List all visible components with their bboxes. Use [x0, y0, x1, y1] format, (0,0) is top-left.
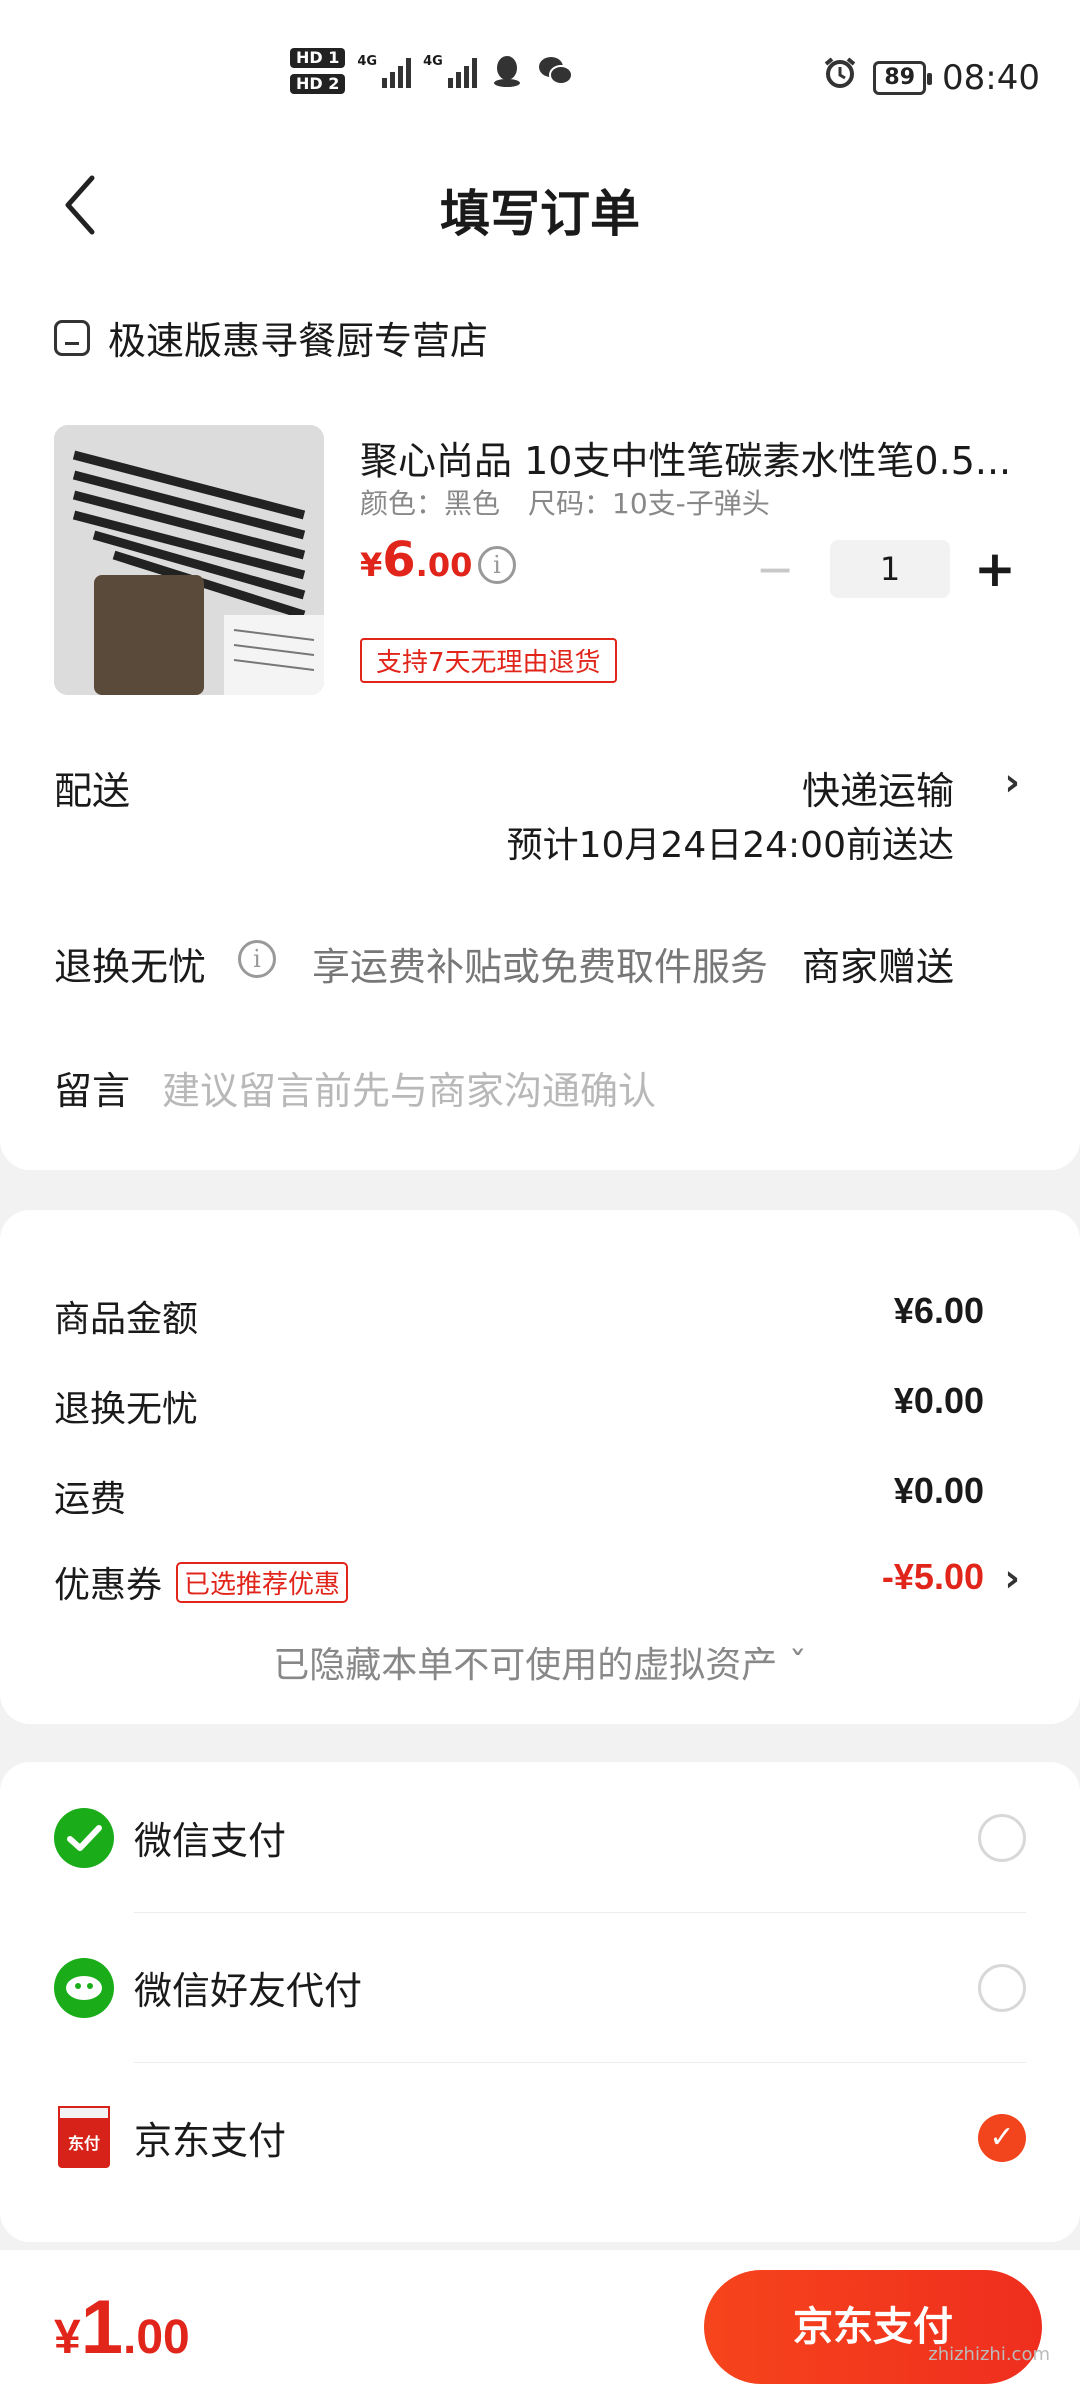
- fee-summary-card: 商品金额 ¥6.00 退换无忧 ¥0.00 运费 ¥0.00 优惠券 已选推荐优惠…: [0, 1210, 1080, 1724]
- coupon-chevron-icon[interactable]: ›: [1004, 1556, 1020, 1600]
- order-total: ¥1.00: [54, 2284, 190, 2371]
- qq-icon: [489, 53, 525, 89]
- memo-label: 留言: [54, 1069, 131, 1113]
- store-icon: [54, 319, 90, 356]
- wechat-friend-pay-icon: [54, 1958, 114, 2018]
- total-decimal: .00: [122, 2311, 190, 2364]
- goods-amount-row: 商品金额 ¥6.00: [54, 1290, 1020, 1340]
- payment-name: 京东支付: [134, 2119, 287, 2163]
- return-policy-badge: 支持7天无理由退货: [360, 638, 617, 683]
- product-name[interactable]: 聚心尚品 10支中性笔碳素水性笔0.5...: [360, 430, 1020, 485]
- price-integer: 6: [382, 532, 416, 588]
- worry-free-info-icon[interactable]: i: [238, 940, 276, 978]
- sim2-badge: HD 2: [290, 74, 346, 94]
- freight-value: ¥0.00: [893, 1470, 984, 1511]
- status-bar: HD 1 HD 2 4G 4G 89 08:40: [0, 0, 1080, 150]
- status-left: HD 1 HD 2 4G 4G: [290, 48, 573, 94]
- quantity-stepper: − 1 +: [740, 540, 1020, 598]
- worry-free-desc: 享运费补贴或免费取件服务: [312, 945, 769, 989]
- payment-radio[interactable]: [978, 1814, 1026, 1862]
- coupon-label: 优惠券: [54, 1565, 163, 1606]
- alarm-icon: [823, 56, 857, 99]
- battery-icon: 89: [873, 60, 932, 95]
- memo-input[interactable]: 建议留言前先与商家沟通确认: [162, 1060, 656, 1115]
- page-title: 填写订单: [440, 185, 640, 243]
- store-header[interactable]: 极速版惠寻餐厨专营店: [54, 310, 488, 365]
- delivery-chevron-icon[interactable]: ›: [1004, 760, 1020, 804]
- payment-radio[interactable]: [978, 1964, 1026, 2012]
- quantity-decrease-button[interactable]: −: [740, 542, 810, 596]
- coupon-value: -¥5.00: [881, 1556, 984, 1597]
- freight-row: 运费 ¥0.00: [54, 1470, 1020, 1520]
- delivery-method[interactable]: 快递运输: [802, 760, 954, 815]
- product-price: ¥6.00: [360, 532, 472, 588]
- price-decimal: .00: [415, 546, 473, 584]
- wechat-pay-icon: [54, 1808, 114, 1868]
- worry-free-label: 退换无忧: [54, 945, 207, 989]
- pay-button[interactable]: 京东支付: [704, 2270, 1042, 2384]
- worry-fee-label: 退换无忧: [54, 1389, 199, 1430]
- goods-amount-label: 商品金额: [54, 1299, 199, 1340]
- nav-header: 填写订单: [0, 150, 1080, 270]
- signal-icon-1: 4G: [357, 54, 412, 88]
- price-currency: ¥: [360, 546, 383, 584]
- coupon-label-group: 优惠券 已选推荐优惠: [54, 1556, 349, 1608]
- product-spec: 颜色：黑色 尺码：10支-子弹头: [360, 487, 770, 520]
- watermark: zhizhizhi.com: [928, 2344, 1050, 2365]
- sim1-badge: HD 1: [290, 48, 346, 68]
- payment-name: 微信好友代付: [134, 1969, 363, 2013]
- quantity-input[interactable]: 1: [830, 540, 950, 598]
- payment-option-wechat-friend[interactable]: 微信好友代付: [54, 1912, 1026, 2062]
- wechat-icon: [537, 53, 573, 89]
- payment-card: 微信支付 微信好友代付 东付 京东支付 ✓: [0, 1762, 1080, 2242]
- payment-name: 微信支付: [134, 1819, 287, 1863]
- price-info-icon[interactable]: i: [478, 546, 516, 584]
- sim-indicators: HD 1 HD 2: [290, 48, 346, 94]
- payment-option-jd[interactable]: 东付 京东支付 ✓: [54, 2062, 1026, 2212]
- signal-icon-2: 4G: [423, 54, 477, 88]
- clock: 08:40: [942, 57, 1040, 98]
- status-right: 89 08:40: [823, 56, 1040, 99]
- bottom-bar: ¥1.00 京东支付: [0, 2250, 1080, 2400]
- worry-free-value: 商家赠送: [801, 945, 954, 989]
- worry-fee-row: 退换无忧 ¥0.00: [54, 1380, 1020, 1430]
- delivery-eta: 预计10月24日24:00前送达: [506, 825, 954, 866]
- payment-radio-checked[interactable]: ✓: [978, 2114, 1026, 2162]
- goods-amount-value: ¥6.00: [893, 1290, 984, 1331]
- jd-pay-icon: 东付: [58, 2106, 110, 2168]
- store-name: 极速版惠寻餐厨专营店: [108, 319, 489, 363]
- network-type-1: 4G: [357, 54, 378, 69]
- jd-pay-icon-text: 东付: [67, 2134, 100, 2153]
- total-integer: 1: [80, 2285, 123, 2370]
- coupon-badge: 已选推荐优惠: [176, 1562, 349, 1603]
- freight-label: 运费: [54, 1479, 127, 1520]
- payment-option-wechat[interactable]: 微信支付: [54, 1762, 1026, 1912]
- hidden-assets-toggle[interactable]: 已隐藏本单不可使用的虚拟资产 ˇ: [0, 1636, 1080, 1688]
- network-type-2: 4G: [423, 54, 443, 69]
- quantity-increase-button[interactable]: +: [970, 540, 1020, 598]
- product-image[interactable]: [54, 425, 324, 695]
- delivery-label: 配送: [54, 769, 131, 813]
- total-currency: ¥: [54, 2311, 81, 2364]
- coupon-row[interactable]: 优惠券 已选推荐优惠 -¥5.00 ›: [54, 1556, 1020, 1606]
- order-card: 极速版惠寻餐厨专营店 聚心尚品 10支中性笔碳素水性笔0.5... 颜色：黑色 …: [0, 270, 1080, 1170]
- worry-fee-value: ¥0.00: [893, 1380, 984, 1421]
